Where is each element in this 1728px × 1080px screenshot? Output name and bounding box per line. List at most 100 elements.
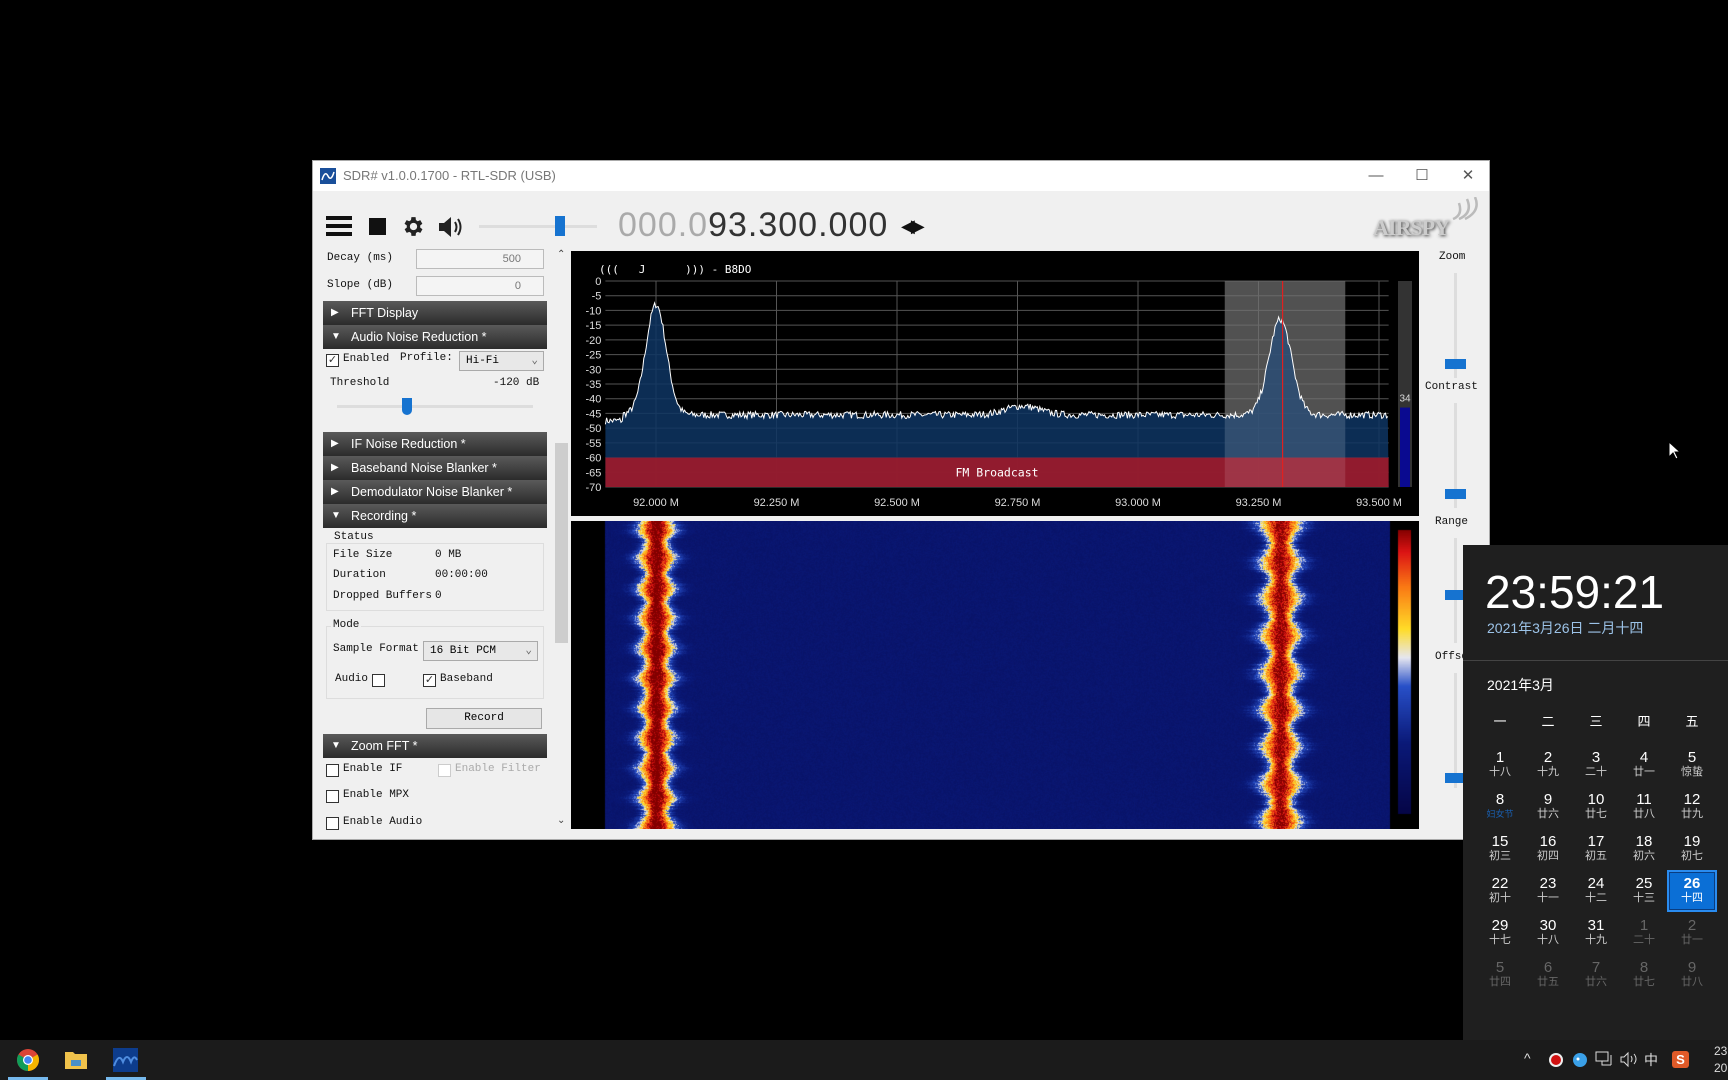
scroll-up-icon[interactable]: ⌃ [557, 249, 565, 260]
calendar-day[interactable]: 23 十一 [1526, 873, 1570, 909]
enable-mpx-checkbox[interactable] [326, 790, 339, 803]
calendar-day[interactable]: 10 廿七 [1574, 789, 1618, 825]
calendar-day[interactable]: 7 廿六 [1574, 957, 1618, 993]
calendar-day[interactable]: 8 廿七 [1622, 957, 1666, 993]
enable-if-checkbox[interactable] [326, 764, 339, 777]
threshold-slider-thumb[interactable] [402, 398, 413, 415]
calendar-day[interactable]: 11 廿八 [1622, 789, 1666, 825]
decay-input[interactable]: 500 [416, 249, 544, 269]
section-if-noise-reduction[interactable]: ▶ IF Noise Reduction * [323, 432, 547, 456]
frequency-step-arrows[interactable]: ◀▶ [901, 216, 925, 237]
frequency-display[interactable]: 000.093.300.000 [618, 205, 888, 245]
calendar-day[interactable]: 1 二十 [1622, 915, 1666, 951]
sample-format-select[interactable]: 16 Bit PCM ⌄ [423, 641, 538, 661]
enable-filter-checkbox[interactable] [438, 764, 451, 777]
y-tick-label: -50 [585, 423, 601, 435]
section-zoom-fft[interactable]: ▼ Zoom FFT * [323, 734, 547, 758]
taskbar-clock[interactable]: 23 2021 [1714, 1043, 1728, 1077]
calendar-day[interactable]: 5 惊蛰 [1670, 747, 1714, 783]
scroll-down-icon[interactable]: ⌄ [557, 815, 565, 826]
calendar-day[interactable]: 9 廿八 [1670, 957, 1714, 993]
file-explorer-icon[interactable] [65, 1049, 87, 1069]
tray-expand-icon[interactable]: ^ [1524, 1050, 1531, 1066]
section-fft-display[interactable]: ▶ FFT Display [323, 301, 547, 325]
calendar-month[interactable]: 2021年3月 [1487, 675, 1554, 695]
menu-icon[interactable] [326, 215, 352, 237]
slope-input[interactable]: 0 [416, 276, 544, 296]
section-demodulator-noise-blanker[interactable]: ▶ Demodulator Noise Blanker * [323, 480, 547, 504]
close-button[interactable]: ✕ [1451, 165, 1485, 187]
frequency-digits[interactable]: 93.300.000 [708, 206, 888, 244]
section-audio-noise-reduction[interactable]: ▼ Audio Noise Reduction * [323, 325, 547, 349]
sdrsharp-icon[interactable] [113, 1048, 138, 1072]
contrast-slider-thumb[interactable] [1445, 488, 1466, 499]
calendar-day[interactable]: 12 廿九 [1670, 789, 1714, 825]
record-button[interactable]: Record [426, 708, 542, 729]
threshold-label: Threshold [330, 377, 390, 389]
chevron-down-icon: ⌄ [525, 645, 532, 657]
calendar-day[interactable]: 5 廿四 [1478, 957, 1522, 993]
threshold-slider[interactable] [337, 405, 533, 408]
waterfall-display[interactable] [571, 521, 1419, 829]
day-number: 16 [1539, 833, 1557, 850]
calendar-day[interactable]: 4 廿一 [1622, 747, 1666, 783]
calendar-day[interactable]: 22 初十 [1478, 873, 1522, 909]
day-number: 1 [1495, 749, 1505, 766]
lunar-date: 十四 [1681, 892, 1703, 904]
section-recording[interactable]: ▼ Recording * [323, 504, 547, 528]
qq-tray-icon[interactable] [1572, 1052, 1588, 1068]
day-number: 12 [1683, 791, 1701, 808]
calendar-day[interactable]: 19 初七 [1670, 831, 1714, 867]
baseband-checkbox[interactable]: ✓ [423, 674, 436, 687]
window-title: SDR# v1.0.0.1700 - RTL-SDR (USB) [343, 168, 556, 183]
y-tick-label: -40 [585, 394, 601, 406]
audio-checkbox[interactable] [372, 674, 385, 687]
minimize-button[interactable]: — [1359, 165, 1393, 187]
calendar-day[interactable]: 6 廿五 [1526, 957, 1570, 993]
sogou-ime-icon[interactable]: S [1672, 1051, 1689, 1068]
settings-gear-icon[interactable] [401, 214, 426, 239]
audio-nr-enabled-checkbox[interactable]: ✓ [326, 354, 339, 367]
day-number: 9 [1543, 791, 1553, 808]
calendar-day[interactable]: 9 廿六 [1526, 789, 1570, 825]
calendar-day[interactable]: 25 十三 [1622, 873, 1666, 909]
calendar-day[interactable]: 29 十七 [1478, 915, 1522, 951]
calendar-day[interactable]: 31 十九 [1574, 915, 1618, 951]
calendar-day[interactable]: 17 初五 [1574, 831, 1618, 867]
calendar-day[interactable]: 8 妇女节 [1478, 789, 1522, 825]
enable-audio-checkbox[interactable] [326, 817, 339, 830]
volume-tray-icon[interactable] [1620, 1051, 1638, 1068]
zoom-slider-thumb[interactable] [1445, 358, 1466, 369]
calendar-day[interactable]: 1 十八 [1478, 747, 1522, 783]
chrome-icon[interactable] [16, 1048, 40, 1072]
calendar-day[interactable]: 3 二十 [1574, 747, 1618, 783]
volume-slider[interactable] [479, 225, 597, 228]
network-icon[interactable] [1595, 1051, 1613, 1068]
calendar-day[interactable]: 2 十九 [1526, 747, 1570, 783]
profile-select[interactable]: Hi-Fi ⌄ [459, 351, 544, 371]
mode-group [326, 626, 544, 699]
calendar-day[interactable]: 16 初四 [1526, 831, 1570, 867]
volume-slider-thumb[interactable] [554, 216, 565, 236]
spectrum-analyzer[interactable]: ((( J ))) - B8DO0 -5 -10 -15 -20 -25 -30 -35 -40… [571, 251, 1419, 516]
x-tick-label: 92.500 M [874, 497, 920, 509]
clock-date[interactable]: 2021年3月26日 二月十四 [1487, 618, 1643, 638]
offset-slider[interactable] [1454, 673, 1457, 788]
record-tray-icon[interactable] [1548, 1052, 1564, 1068]
section-baseband-noise-blanker[interactable]: ▶ Baseband Noise Blanker * [323, 456, 547, 480]
frequency-leading-digits[interactable]: 000.0 [618, 206, 708, 244]
stop-button[interactable] [369, 218, 386, 235]
input-method-indicator[interactable]: 中 [1644, 1050, 1658, 1070]
calendar-day[interactable]: 15 初三 [1478, 831, 1522, 867]
panel-scrollbar[interactable]: ⌃ ⌄ [553, 249, 570, 831]
speaker-icon[interactable] [437, 215, 465, 239]
day-number: 23 [1539, 875, 1557, 892]
calendar-day[interactable]: 2 廿一 [1670, 915, 1714, 951]
baseband-label: Baseband [440, 673, 493, 685]
maximize-button[interactable]: ☐ [1405, 165, 1439, 187]
scrollbar-thumb[interactable] [555, 443, 568, 643]
calendar-day[interactable]: 26 十四 [1667, 870, 1717, 912]
calendar-day[interactable]: 24 十二 [1574, 873, 1618, 909]
calendar-day[interactable]: 18 初六 [1622, 831, 1666, 867]
calendar-day[interactable]: 30 十八 [1526, 915, 1570, 951]
